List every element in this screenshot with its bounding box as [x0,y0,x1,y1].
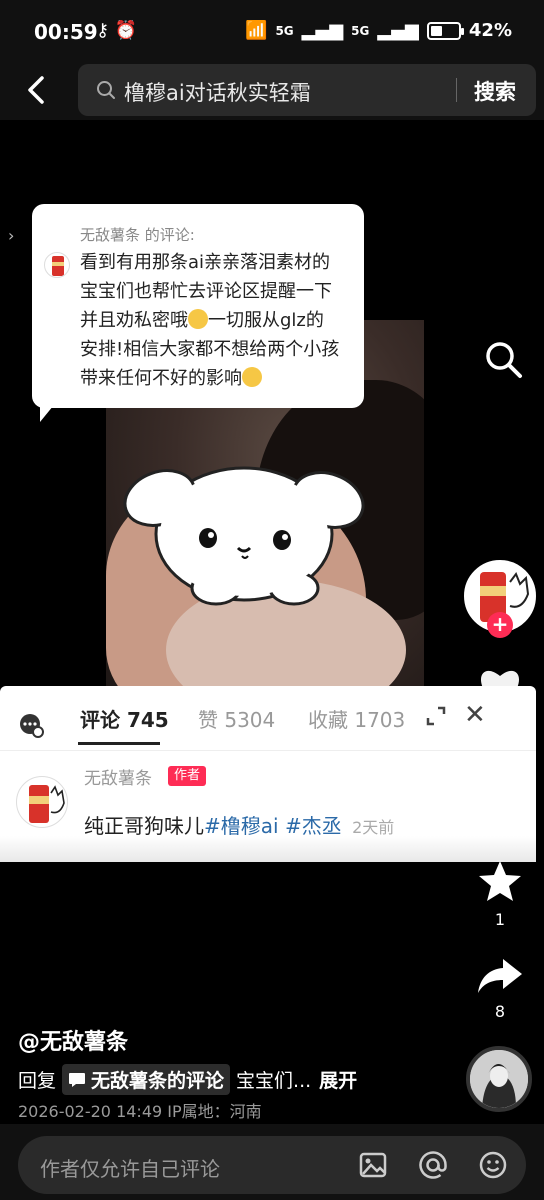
music-disc-avatar[interactable] [466,1046,532,1112]
comment-settings-icon[interactable] [18,712,44,738]
status-bar: 00:59 ⚷ ⏰ 📶 5G ▂▄▆ 5G ▂▄▆ 42% [0,0,544,62]
dog-sticker-image [123,466,365,606]
share-button[interactable]: 8 [470,956,530,1021]
bubble-line-1: 看到有用那条ai亲亲落泪素材的 [80,252,331,273]
comment-text[interactable]: 纯正哥狗味儿#橹穆ai #杰丞 2天前 [84,810,394,839]
tab-favorites[interactable]: 收藏 1703 [308,704,405,733]
comment-time: 2天前 [352,818,395,837]
pleading-emoji-icon [242,367,262,387]
search-divider [456,78,457,102]
network-label-2: 5G [351,23,370,38]
bubble-line-3: 并且劝私密哦 一切服从glz的 [80,306,352,335]
image-icon[interactable] [358,1150,388,1180]
video-author[interactable]: @无敌薯条 [18,1024,128,1056]
author-badge: 作者 [168,766,207,786]
post-meta: 2026-02-20 14:49 IP属地：河南 [18,1102,262,1121]
can-avatar-icon [52,256,64,276]
follow-plus-button[interactable]: + [487,612,513,638]
bubble-line-2: 宝宝们也帮忙去评论区提醒一下 [80,281,332,302]
search-query: 橹穆ai对话秋实轻霜 [124,81,311,105]
battery-percent: 42% [468,20,512,41]
input-placeholder: 作者仅允许自己评论 [40,1157,220,1181]
bubble-author: 无敌薯条 的评论: [80,226,195,244]
active-tab-indicator [78,742,160,745]
share-arrow-icon [478,959,522,993]
hashtag-1[interactable]: #橹穆ai [204,814,279,838]
panel-fade [0,836,536,862]
comment-body: 纯正哥狗味儿 [84,814,204,838]
music-cover-icon [470,1050,528,1108]
bubble-line-3a: 并且劝私密哦 [80,310,188,331]
expand-link[interactable]: 展开 [319,1066,357,1093]
share-count: 8 [494,1002,506,1021]
status-right: 📶 5G ▂▄▆ 5G ▂▄▆ 42% [245,20,512,41]
mention-icon[interactable] [418,1150,448,1180]
bubble-line-4: 安排!相信大家都不想给两个小孩 [80,339,340,360]
reply-chip[interactable]: 无敌薯条的评论 [62,1064,231,1095]
bottom-bar: 作者仅允许自己评论 [0,1124,544,1200]
caption-text[interactable]: 回复 无敌薯条的评论 宝宝们... 展开 [18,1064,357,1095]
back-arrow-icon[interactable] [20,72,54,108]
key-alarm-icons: ⚷ ⏰ [96,20,138,41]
comment-chip-icon [69,1072,86,1087]
tab-comments[interactable]: 评论 745 [80,704,169,733]
battery-icon [426,21,464,40]
favorite-count: 1 [494,910,506,929]
bubble-avatar [44,252,70,278]
status-time: 00:59 [34,20,98,44]
bubble-line-5-text: 带来任何不好的影响 [80,368,242,389]
tab-likes[interactable]: 赞 5304 [198,704,275,733]
close-icon[interactable]: ✕ [464,700,486,730]
star-icon [479,861,521,901]
comment-panel: 评论 745 赞 5304 收藏 1703 ✕ 无敌薯条 作者 纯正哥狗味儿#橹… [0,686,536,862]
search-header: 橹穆ai对话秋实轻霜 搜索 [0,62,544,120]
comment-author[interactable]: 无敌薯条 [84,764,152,789]
bubble-comment-text: 看到有用那条ai亲亲落泪素材的 宝宝们也帮忙去评论区提醒一下 并且劝私密哦 一切服… [80,248,352,393]
favorite-button[interactable]: 1 [470,858,530,929]
battery-fill [430,25,442,36]
bubble-line-5: 带来任何不好的影响 [80,364,352,393]
chevron-right-icon[interactable]: › [8,226,14,245]
comment-input[interactable]: 作者仅允许自己评论 [18,1136,526,1194]
signal-icon: ▂▄▆ [301,20,344,41]
bubble-line-3b: 一切服从glz的 [208,310,324,331]
search-icon [97,81,115,99]
hashtag-2[interactable]: #杰丞 [285,814,342,838]
search-icon-right[interactable] [482,338,524,380]
search-button[interactable]: 搜索 [474,76,516,106]
pinned-comment-bubble[interactable]: 无敌薯条 的评论: 看到有用那条ai亲亲落泪素材的 宝宝们也帮忙去评论区提醒一下… [32,204,364,408]
reply-chip-label: 无敌薯条的评论 [91,1070,225,1092]
search-input[interactable]: 橹穆ai对话秋实轻霜 搜索 [78,64,536,116]
network-label-1: 5G [275,23,294,38]
wink-emoji-icon [188,309,208,329]
comment-avatar[interactable] [16,776,68,828]
bubble-tail [40,400,58,422]
expand-icon[interactable] [424,704,448,728]
reply-text: 宝宝们... [236,1070,312,1092]
can-avatar-icon [29,785,65,823]
wifi-icon: 📶 [245,20,268,41]
panel-divider [0,750,536,751]
emoji-icon[interactable] [478,1150,508,1180]
signal-icon-2: ▂▄▆ [377,20,419,41]
reply-prefix: 回复 [18,1070,57,1092]
